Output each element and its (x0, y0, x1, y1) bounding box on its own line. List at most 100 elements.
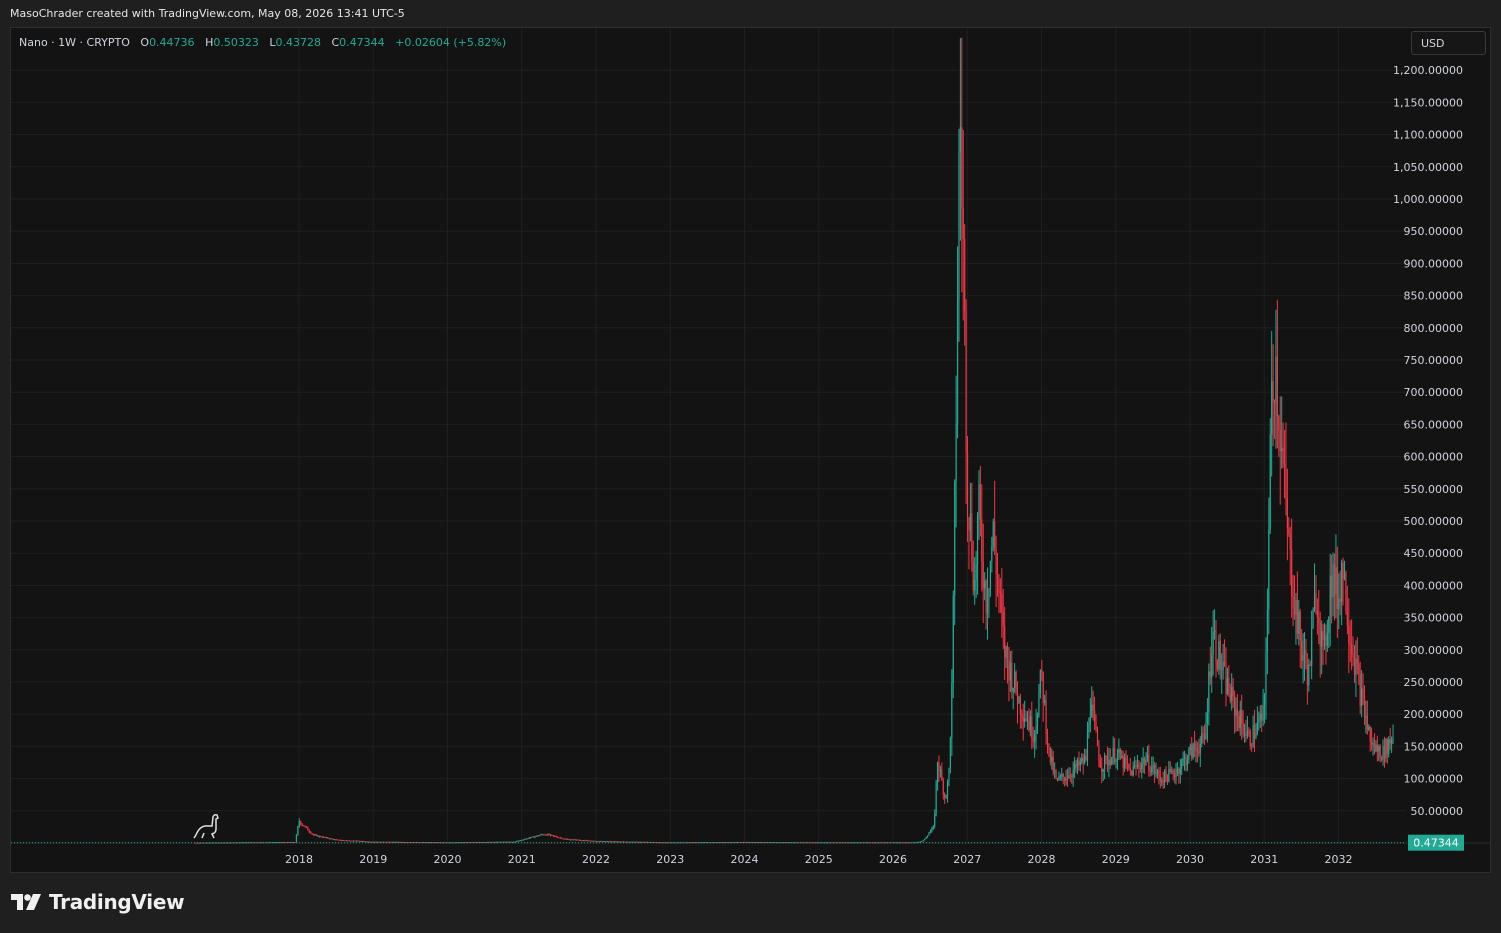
candle-body (1136, 764, 1139, 767)
candle-body (561, 837, 563, 839)
candle-body (245, 842, 248, 844)
y-tick-label: 50.00000 (1411, 805, 1464, 818)
candle-body (961, 126, 963, 209)
candle-body (1233, 696, 1236, 716)
candle-body (669, 842, 672, 844)
candle-body (1119, 749, 1121, 758)
x-tick-label: 2028 (1028, 853, 1056, 866)
tradingview-logo[interactable]: TradingView (11, 890, 185, 914)
open-value: 0.44736 (149, 36, 195, 49)
candle-body (992, 521, 994, 547)
open-label: O (140, 36, 150, 49)
candle-body (1176, 768, 1179, 773)
candle-body (1205, 723, 1207, 740)
candle-body (1122, 755, 1124, 769)
candle-body (1016, 691, 1019, 704)
candle-body (320, 836, 322, 838)
candle-body (1168, 768, 1170, 782)
candle-body (942, 780, 944, 795)
symbol-label[interactable]: Nano · 1W · CRYPTO (19, 36, 130, 49)
candle-body (611, 841, 613, 843)
candle-body (568, 839, 570, 841)
candle-body (1372, 743, 1374, 745)
candle-body (891, 842, 893, 844)
candle-body (552, 835, 555, 837)
candle-body (1143, 758, 1146, 765)
candle-body (944, 794, 946, 798)
candle-body (732, 842, 734, 844)
candle-body (1201, 733, 1203, 744)
candle-body (985, 580, 987, 614)
candle-body (444, 842, 446, 844)
candle-body (1371, 741, 1373, 745)
candle-body (435, 842, 437, 844)
candle-body (1249, 731, 1251, 746)
candle-body (809, 842, 812, 844)
candle-body (482, 842, 485, 844)
candle-body (301, 824, 303, 826)
candle-body (1193, 743, 1196, 749)
y-tick-label: 600.00000 (1404, 451, 1464, 464)
candle-body (465, 842, 467, 844)
candle-body (1058, 776, 1060, 780)
candle-body (735, 842, 737, 844)
candle-body (749, 842, 752, 844)
candle-body (312, 833, 315, 836)
candle-body (328, 838, 330, 840)
candle-body (1252, 725, 1254, 746)
price-chart[interactable]: 50.00000 100.00000 150.00000 200.00000 250.0… (11, 28, 1491, 873)
candle-body (1173, 774, 1176, 778)
candle-body (1149, 771, 1151, 773)
candle-body (1202, 733, 1204, 735)
candle-body (1062, 774, 1064, 778)
candle-body (1014, 672, 1016, 688)
candle-body (1066, 778, 1069, 780)
candle-body (468, 842, 470, 844)
candle-body (1225, 663, 1227, 694)
candle-body (577, 839, 579, 841)
candle-body (1212, 631, 1214, 655)
candle-body (357, 840, 359, 842)
candle-body (1116, 753, 1119, 760)
candle-body (332, 838, 335, 840)
candle-body (1219, 641, 1221, 671)
currency-selector[interactable]: USD (1411, 31, 1486, 55)
candle-body (657, 842, 659, 844)
candle-body (501, 841, 503, 843)
candle-body (541, 834, 543, 836)
candle-body (1262, 705, 1264, 721)
candle-body (1171, 770, 1173, 772)
candle-body (1369, 726, 1371, 742)
candle-body (360, 841, 362, 843)
candle-body (518, 840, 520, 842)
y-tick-label: 500.00000 (1404, 515, 1464, 528)
candle-body (934, 813, 936, 827)
candle-body (779, 842, 782, 844)
candle-body (1006, 646, 1009, 660)
candle-body (876, 842, 879, 844)
candle-body (1325, 634, 1327, 646)
candle-body (1024, 718, 1026, 722)
candle-body (1362, 688, 1364, 698)
candle-body (422, 842, 425, 844)
candle-body (807, 842, 809, 844)
candle-body (1102, 768, 1104, 772)
candle-body (1232, 686, 1234, 697)
candle-body (828, 842, 830, 844)
candle-body (1388, 739, 1390, 755)
candle-body (1223, 661, 1226, 664)
candle-body (362, 840, 365, 842)
candle-body (768, 842, 770, 844)
candle-body (1385, 739, 1387, 759)
candle-body (1322, 630, 1324, 641)
candle-body (474, 842, 476, 844)
candle-body (530, 837, 532, 839)
candle-body (1316, 610, 1318, 618)
candle-body (344, 840, 346, 842)
candle-body (352, 840, 355, 842)
candle-body (1106, 756, 1109, 766)
candle-body (1275, 356, 1277, 404)
chart-panel[interactable]: 50.00000 100.00000 150.00000 200.00000 250.0… (10, 27, 1491, 873)
candle-body (1115, 759, 1117, 763)
candle-body (520, 840, 522, 842)
